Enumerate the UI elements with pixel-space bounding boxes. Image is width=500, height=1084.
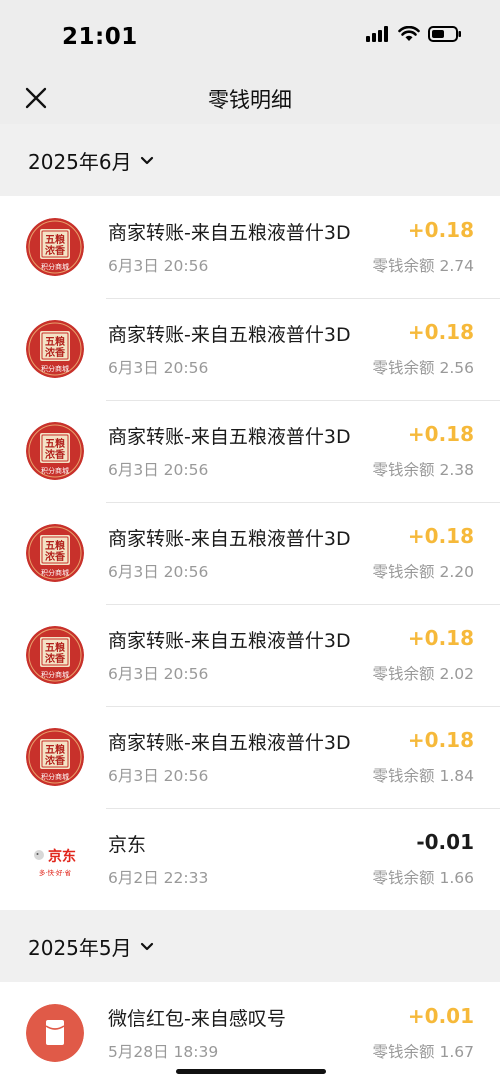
transaction-amount: -0.01 (416, 830, 474, 854)
svg-text:浓香: 浓香 (45, 550, 65, 563)
svg-text:五粮: 五粮 (45, 335, 65, 348)
wuliangye-icon: 五粮 浓香 积分商城 (26, 218, 84, 276)
balance-after: 零钱余额 2.56 (372, 359, 474, 377)
month-label: 2025年5月 (28, 936, 132, 960)
red-packet-icon (26, 1004, 84, 1062)
svg-text:积分商城: 积分商城 (41, 670, 69, 679)
svg-text:积分商城: 积分商城 (41, 772, 69, 781)
transaction-amount: +0.18 (407, 422, 474, 446)
svg-text:五粮: 五粮 (45, 233, 65, 246)
transaction-list-june: 五粮 浓香 积分商城 商家转账-来自五粮液普什3D 6月3日 20:56 +0.… (0, 196, 500, 910)
balance-after: 零钱余额 1.66 (372, 869, 474, 887)
transaction-title: 商家转账-来自五粮液普什3D (108, 324, 351, 346)
month-label: 2025年6月 (28, 150, 132, 174)
transaction-time: 6月2日 22:33 (108, 869, 209, 887)
transaction-amount: +0.18 (407, 218, 474, 242)
transaction-row[interactable]: 五粮 浓香 积分商城 商家转账-来自五粮液普什3D 6月3日 20:56 +0.… (0, 604, 500, 706)
transaction-title: 京东 (108, 834, 147, 856)
transaction-row[interactable]: 五粮 浓香 积分商城 商家转账-来自五粮液普什3D 6月3日 20:56 +0.… (0, 706, 500, 808)
navigation-bar: 零钱明细 (0, 72, 500, 124)
transaction-amount: +0.18 (407, 728, 474, 752)
cellular-signal-icon (366, 26, 388, 42)
transaction-amount: +0.18 (407, 626, 474, 650)
wuliangye-icon: 五粮 浓香 积分商城 (26, 728, 84, 786)
transaction-title: 商家转账-来自五粮液普什3D (108, 630, 351, 652)
wuliangye-icon: 五粮 浓香 积分商城 (26, 422, 84, 480)
svg-text:五粮: 五粮 (45, 743, 65, 756)
transaction-title: 商家转账-来自五粮液普什3D (108, 732, 351, 754)
transaction-row[interactable]: 京东 多·快·好·省 京东 6月2日 22:33 -0.01 零钱余额 1.66 (0, 808, 500, 910)
month-selector-june[interactable]: 2025年6月 (28, 146, 154, 175)
month-header-may: 2025年5月 (0, 910, 500, 982)
balance-after: 零钱余额 2.02 (372, 665, 474, 683)
transaction-amount: +0.18 (407, 524, 474, 548)
svg-text:五粮: 五粮 (45, 539, 65, 552)
wifi-icon (398, 26, 420, 41)
balance-after: 零钱余额 1.67 (372, 1043, 474, 1061)
month-selector-may[interactable]: 2025年5月 (28, 932, 154, 961)
balance-after: 零钱余额 1.84 (372, 767, 474, 785)
transaction-title: 微信红包-来自感叹号 (108, 1008, 286, 1030)
svg-text:积分商城: 积分商城 (41, 364, 69, 373)
balance-after: 零钱余额 2.74 (372, 257, 474, 275)
transaction-amount: +0.18 (407, 320, 474, 344)
transaction-time: 6月3日 20:56 (108, 257, 209, 275)
balance-after: 零钱余额 2.38 (372, 461, 474, 479)
svg-text:浓香: 浓香 (45, 244, 65, 257)
status-icons (366, 26, 462, 42)
page-title: 零钱明细 (208, 88, 292, 112)
battery-icon (428, 26, 461, 42)
svg-text:积分商城: 积分商城 (41, 466, 69, 475)
transaction-time: 6月3日 20:56 (108, 461, 209, 479)
svg-text:多·快·好·省: 多·快·好·省 (39, 868, 72, 877)
transaction-title: 商家转账-来自五粮液普什3D (108, 222, 351, 244)
balance-after: 零钱余额 2.20 (372, 563, 474, 581)
transaction-title: 商家转账-来自五粮液普什3D (108, 426, 351, 448)
svg-text:京东: 京东 (48, 848, 76, 865)
svg-text:浓香: 浓香 (45, 346, 65, 359)
transaction-row[interactable]: 五粮 浓香 积分商城 商家转账-来自五粮液普什3D 6月3日 20:56 +0.… (0, 400, 500, 502)
status-time: 21:01 (62, 24, 138, 50)
svg-text:浓香: 浓香 (45, 754, 65, 767)
wuliangye-icon: 五粮 浓香 积分商城 (26, 320, 84, 378)
chevron-down-icon (140, 942, 153, 950)
transaction-amount: +0.01 (407, 1004, 474, 1028)
svg-text:积分商城: 积分商城 (41, 568, 69, 577)
jd-icon: 京东 多·快·好·省 (26, 830, 84, 888)
transaction-row[interactable]: 五粮 浓香 积分商城 商家转账-来自五粮液普什3D 6月3日 20:56 +0.… (0, 298, 500, 400)
svg-text:浓香: 浓香 (45, 448, 65, 461)
home-indicator[interactable] (176, 1069, 326, 1074)
month-header-june: 2025年6月 (0, 124, 500, 196)
svg-text:浓香: 浓香 (45, 652, 65, 665)
transaction-time: 6月3日 20:56 (108, 767, 209, 785)
wuliangye-icon: 五粮 浓香 积分商城 (26, 626, 84, 684)
transaction-time: 6月3日 20:56 (108, 359, 209, 377)
transaction-time: 6月3日 20:56 (108, 665, 209, 683)
svg-text:积分商城: 积分商城 (41, 262, 69, 271)
status-bar: 21:01 (0, 0, 500, 72)
wuliangye-icon: 五粮 浓香 积分商城 (26, 524, 84, 582)
transaction-row[interactable]: 五粮 浓香 积分商城 商家转账-来自五粮液普什3D 6月3日 20:56 +0.… (0, 196, 500, 298)
transaction-time: 6月3日 20:56 (108, 563, 209, 581)
svg-text:五粮: 五粮 (45, 437, 65, 450)
svg-text:五粮: 五粮 (45, 641, 65, 654)
chevron-down-icon (140, 156, 153, 164)
transaction-title: 商家转账-来自五粮液普什3D (108, 528, 351, 550)
transaction-row[interactable]: 五粮 浓香 积分商城 商家转账-来自五粮液普什3D 6月3日 20:56 +0.… (0, 502, 500, 604)
transaction-time: 5月28日 18:39 (108, 1043, 219, 1061)
